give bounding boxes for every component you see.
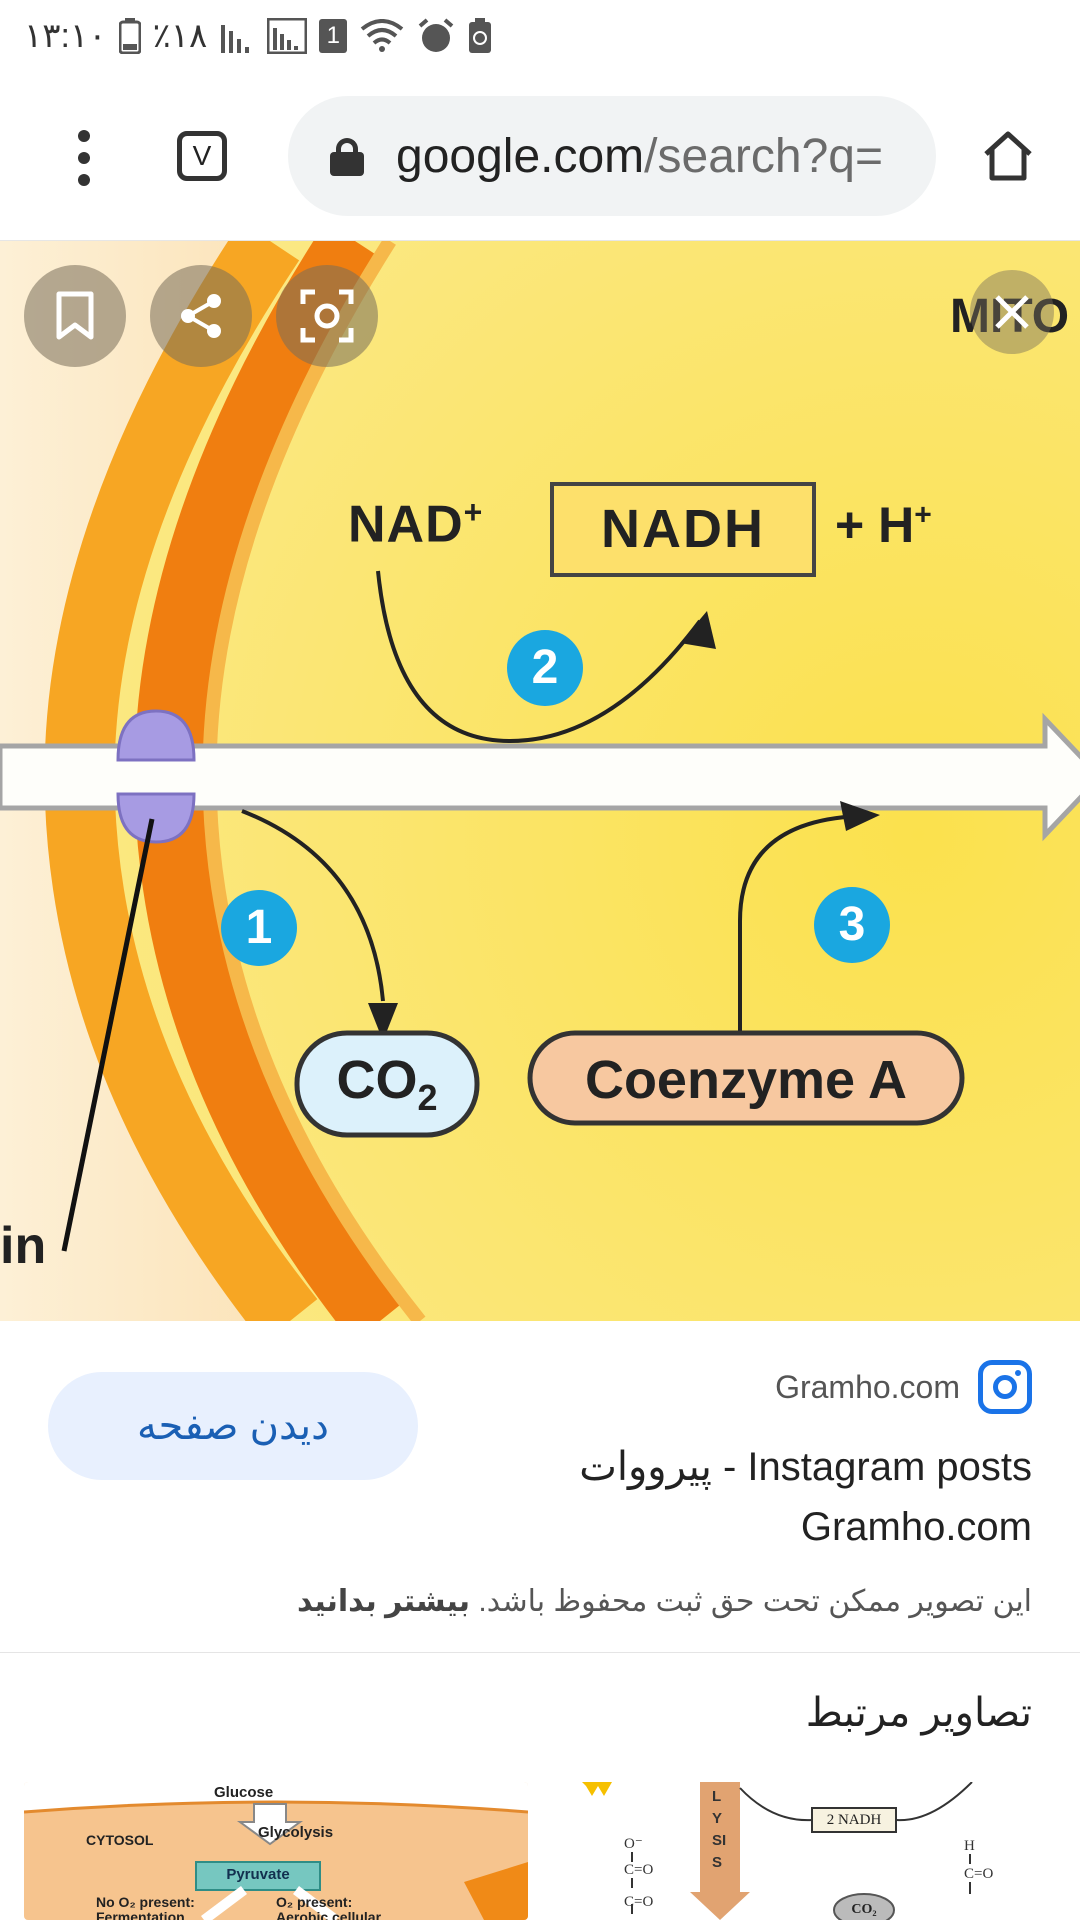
- thumb1-cytosol: CYTOSOL: [86, 1832, 154, 1848]
- address-bar[interactable]: google.com/search?q=: [288, 96, 936, 216]
- thumb2-c-o-1: C=O: [624, 1862, 654, 1878]
- more-vert-icon[interactable]: [62, 130, 106, 186]
- sim-slot-icon: 1: [319, 19, 348, 53]
- battery-percent: ٪۱۸: [152, 17, 208, 55]
- image-preview[interactable]: NAD+ NADH + H+ 2 1 3 CO2 Coenzyme A in M…: [0, 241, 1080, 1321]
- result-info: دیدن صفحه Gramho.com Instagram posts - پ…: [0, 1322, 1080, 1653]
- step-2-number: 2: [531, 641, 559, 694]
- close-icon: [995, 295, 1029, 329]
- wifi-icon: [361, 19, 404, 52]
- thumb1-glucose: Glucose: [214, 1784, 274, 1801]
- learn-more-link[interactable]: بیشتر بدانید: [297, 1585, 470, 1618]
- copyright-notice: این تصویر ممکن تحت حق ثبت محفوظ باشد. بی…: [297, 1584, 1032, 1619]
- visit-page-button[interactable]: دیدن صفحه: [48, 1372, 418, 1480]
- home-icon[interactable]: [980, 128, 1036, 184]
- krebs-diagram: [0, 241, 1080, 1321]
- close-button[interactable]: [970, 270, 1054, 354]
- step-1-number: 1: [245, 901, 273, 954]
- source-name[interactable]: Gramho.com: [775, 1369, 960, 1406]
- battery-saver-icon: [469, 18, 492, 53]
- plus-h-label: + H+: [835, 497, 932, 553]
- thumb1-glycolysis: Glycolysis: [258, 1824, 334, 1841]
- step-3-number: 3: [838, 898, 866, 951]
- url-path: /search?q=: [644, 129, 883, 183]
- thumb2-nadh: 2 NADH: [826, 1812, 882, 1828]
- url-host: google.com: [396, 129, 645, 183]
- thumb2-co2: CO₂: [851, 1902, 877, 1917]
- share-button[interactable]: [150, 265, 252, 367]
- thumb2-c-o-3: C=O: [964, 1866, 994, 1882]
- tab-switcher-button[interactable]: V: [177, 131, 227, 181]
- nad-label: NAD+: [348, 494, 484, 554]
- thumb2-c-o-2: C=O: [624, 1894, 654, 1910]
- source-row[interactable]: Gramho.com: [775, 1360, 1032, 1414]
- coenzyme-label: Coenzyme A: [584, 1050, 908, 1110]
- battery-icon: [118, 18, 141, 54]
- thumb1-pyruvate: Pyruvate: [226, 1866, 290, 1883]
- co2-label: CO2: [336, 1050, 438, 1118]
- lens-icon: [300, 289, 354, 343]
- thumb2-o-minus: O⁻: [624, 1836, 643, 1852]
- lock-icon[interactable]: [330, 138, 364, 176]
- lens-button[interactable]: [276, 265, 378, 367]
- signal-icon: [221, 25, 250, 53]
- alarm-icon: [418, 18, 454, 52]
- thumb2-lysis: LYSIS: [712, 1788, 727, 1871]
- instagram-icon: [978, 1360, 1032, 1414]
- bookmark-button[interactable]: [24, 265, 126, 367]
- related-thumb-1[interactable]: Glucose Glycolysis CYTOSOL Pyruvate No O…: [24, 1782, 528, 1920]
- status-bar: ۱۳:۱۰ ٪۱۸ 1: [0, 0, 1080, 72]
- thumb1-no-o2: No O₂ present:: [96, 1894, 195, 1910]
- nadh-label: NADH: [601, 499, 765, 559]
- related-thumb-2[interactable]: LYSIS 2 NADH CO₂ O⁻ C=O C=O H C=O: [552, 1782, 1056, 1920]
- status-icons: ۱۳:۱۰ ٪۱۸ 1: [24, 16, 493, 56]
- copyright-text: این تصویر ممکن تحت حق ثبت محفوظ باشد.: [478, 1585, 1032, 1618]
- share-icon: [181, 294, 221, 338]
- bookmark-icon: [56, 291, 94, 340]
- thumb1-fermentation: Fermentation: [96, 1909, 185, 1920]
- browser-toolbar: V google.com/search?q=: [0, 72, 1080, 241]
- related-images-heading: تصاویر مرتبط: [805, 1691, 1032, 1735]
- edge-label: in: [0, 1217, 47, 1275]
- thumb1-aerobic: Aerobic cellular: [276, 1909, 382, 1920]
- clock-time: ۱۳:۱۰: [24, 17, 107, 55]
- thumb1-o2: O₂ present:: [276, 1894, 353, 1910]
- url-text[interactable]: google.com/search?q=: [396, 129, 883, 184]
- result-title[interactable]: Instagram posts - پیرووات Gramho.com: [472, 1437, 1032, 1557]
- signal-strength-icon: [267, 18, 308, 54]
- thumb2-h: H: [964, 1838, 975, 1854]
